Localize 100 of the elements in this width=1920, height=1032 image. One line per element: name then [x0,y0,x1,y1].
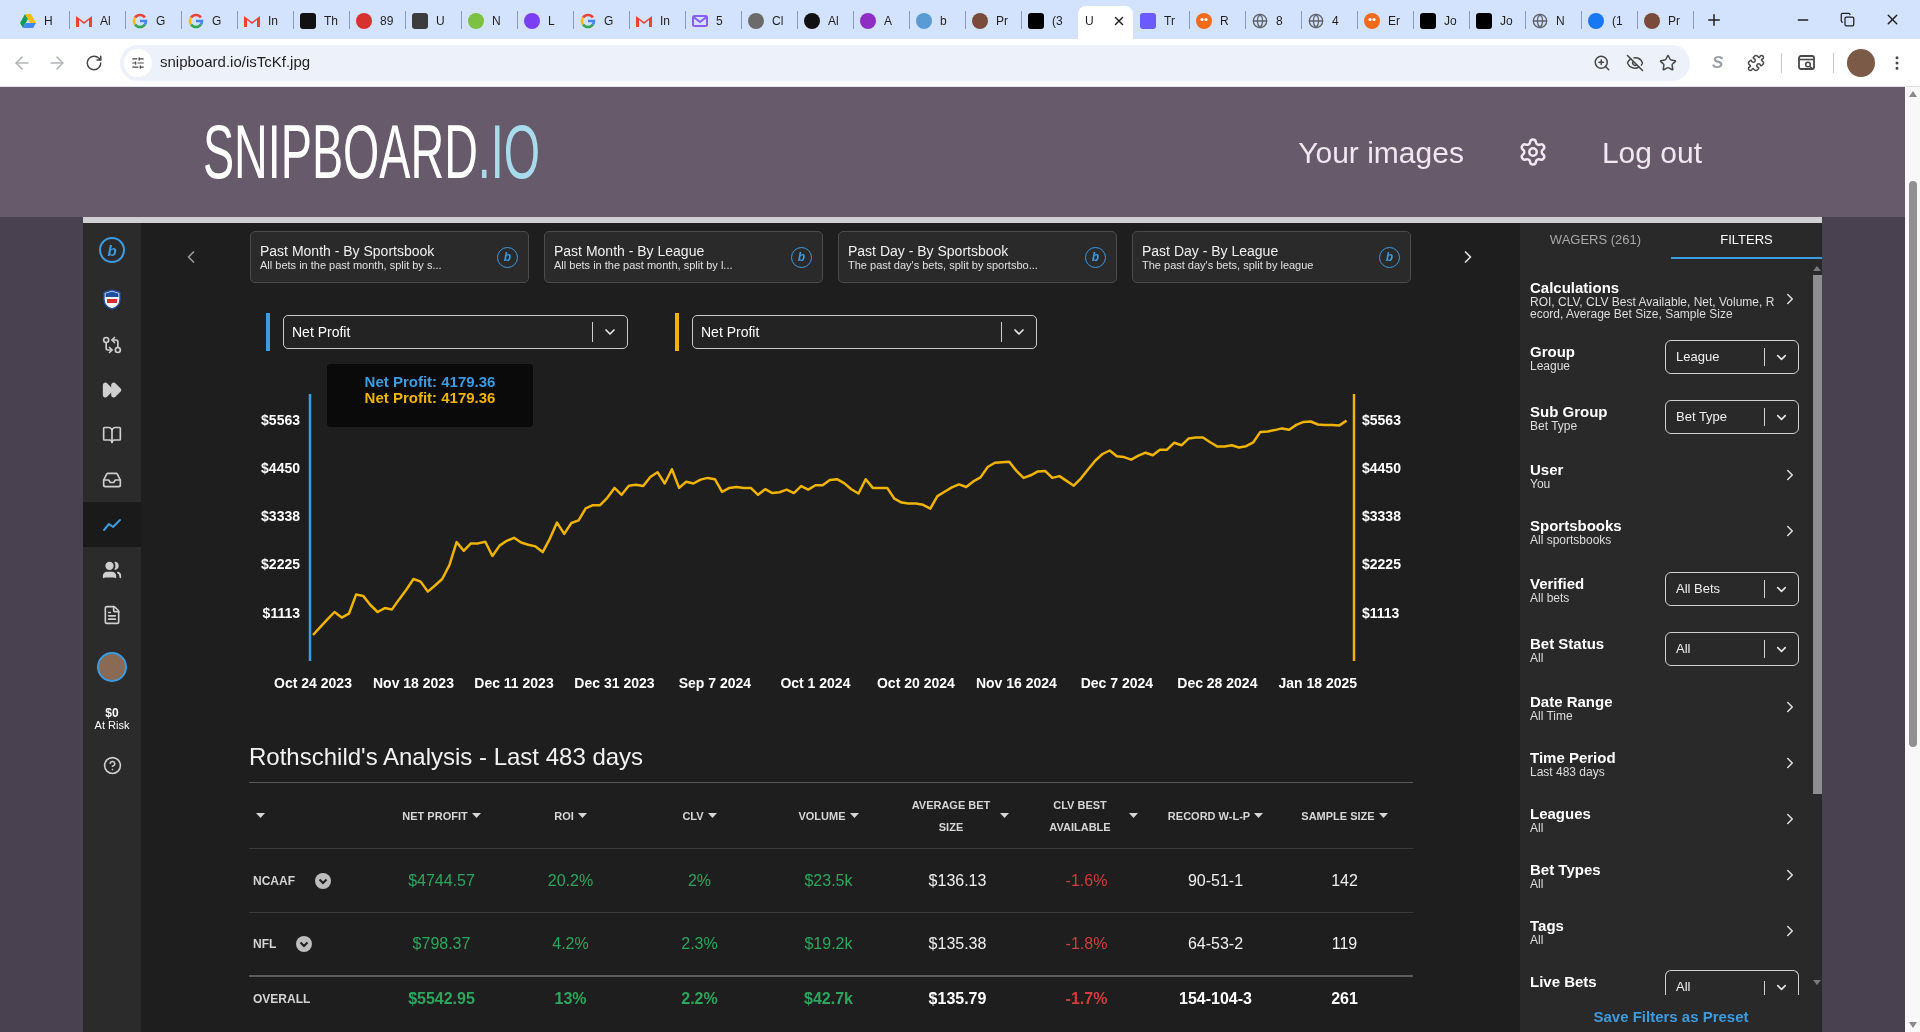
filter-select[interactable]: Bet Type [1665,400,1799,434]
browser-tab[interactable]: G [182,6,237,39]
filter-summary: ROI, CLV, CLV Best Available, Net, Volume, Record, Average Bet Size, Sample Size [1530,295,1776,320]
panel-tab[interactable]: FILTERS [1671,223,1822,259]
browser-tab[interactable]: Al [70,6,125,39]
nav-link[interactable]: Your images [1298,129,1464,175]
browser-tab[interactable]: 8 [1246,6,1301,39]
table-value: 261 [1331,989,1358,1009]
scroll-down-icon[interactable] [1813,980,1821,985]
browser-tab[interactable]: Th [294,6,349,39]
browser-tab[interactable]: 89 [350,6,405,39]
filter-summary: Bet Type [1530,419,1578,432]
panel-tab[interactable]: WAGERS (261) [1520,223,1671,259]
column-header[interactable]: VOLUME [764,804,893,827]
shield-logo-icon [103,289,121,310]
column-header[interactable]: NET PROFIT [377,804,506,827]
filter-select[interactable]: All [1665,632,1799,666]
scroll-up-icon[interactable] [1908,91,1917,97]
bookmark-star-icon[interactable] [1659,53,1677,72]
preset-card[interactable]: Past Day - By League The past day's bets, split by league b [1132,231,1411,283]
browser-tab[interactable]: (1 [1582,6,1637,39]
sort-caret-icon [1000,813,1009,818]
sort-caret-icon [471,813,481,818]
eye-off-icon[interactable] [1626,53,1644,72]
axis-label: $1113 [262,604,300,621]
axis-label: Dec 11 2023 [474,675,554,691]
site-settings-icon[interactable] [124,48,152,77]
browser-tab[interactable]: Jo [1470,6,1525,39]
scroll-up-icon[interactable] [1813,266,1821,271]
filter-select[interactable]: All Bets [1665,572,1799,606]
browser-tab[interactable]: Jo [1414,6,1469,39]
row-label: OVERALL [253,991,311,1008]
browser-tab[interactable]: Cl [742,6,797,39]
preset-description: All bets in the past month, split by l... [554,258,734,272]
browser-tab[interactable]: 4 [1302,6,1357,39]
browser-tab[interactable]: U [1078,6,1133,39]
browser-tab[interactable]: b [910,6,965,39]
filter-select[interactable]: All [1665,970,1799,995]
restore-icon[interactable] [1840,12,1855,27]
scrollbar-thumb[interactable] [1812,275,1822,794]
browser-tab[interactable]: N [462,6,517,39]
browser-tab[interactable]: A [854,6,909,39]
axis-label: Dec 31 2023 [574,675,655,691]
address-bar[interactable]: snipboard.io/isTcKf.jpg [120,44,1690,81]
settings-icon[interactable] [1517,137,1548,167]
column-header[interactable]: ROI [506,804,635,827]
filter-select[interactable]: League [1665,340,1799,374]
column-header[interactable]: CLV [635,804,764,827]
sort-caret-icon [1254,813,1264,818]
browser-tab[interactable]: R [1190,6,1245,39]
browser-tab[interactable]: Pr [1638,6,1693,39]
help-icon[interactable] [102,755,122,775]
table-value: 20.2% [547,870,594,891]
browser-tab[interactable]: G [126,6,181,39]
table-value: 2.2% [681,989,718,1009]
browser-tab[interactable]: Al [798,6,853,39]
column-header[interactable]: RECORD W-L-P [1151,804,1280,827]
metric-select[interactable]: Net Profit [283,315,628,349]
profile-avatar-icon[interactable] [1847,48,1876,77]
browser-tab[interactable]: G [574,6,629,39]
table-value: $23.5k [804,870,853,891]
browser-tab[interactable]: In [630,6,685,39]
browser-tab[interactable]: In [238,6,293,39]
save-preset-link[interactable]: Save Filters as Preset [1593,1006,1749,1029]
preset-card[interactable]: Past Day - By Sportsbook The past day's bets, split by sportsbo... b [838,231,1117,283]
logo-mark[interactable]: b [99,237,125,263]
axis-label: Jan 18 2025 [1278,675,1358,691]
browser-tab[interactable]: N [1526,6,1581,39]
browser-tab[interactable]: U [406,6,461,39]
sort-caret-icon [1129,813,1138,818]
scroll-down-icon[interactable] [1908,1022,1917,1028]
ring-logo-icon [132,12,148,29]
browser-tab[interactable]: 5 [686,6,741,39]
nav-link[interactable]: Log out [1601,129,1702,175]
new-tab-icon[interactable] [1705,11,1723,29]
column-header[interactable]: AVERAGE BET SIZE [893,793,1022,838]
metric-select[interactable]: Net Profit [692,315,1037,349]
browser-tab[interactable]: Tr [1134,6,1189,39]
column-header[interactable]: CLV BEST AVAILABLE [1022,793,1151,838]
preset-card[interactable]: Past Month - By League All bets in the past month, split by l... b [544,231,823,283]
site-logo[interactable]: SNIPBOARD.IO [203,114,541,190]
browser-tab[interactable]: Pr [966,6,1021,39]
browser-tab[interactable]: Er [1358,6,1413,39]
extensions-icon[interactable] [1747,53,1766,72]
tooltip-text: Net Profit: 4179.36 [364,390,496,406]
browser-tab[interactable]: (3 [1022,6,1077,39]
axis-label: $5563 [261,411,300,428]
tab-search-icon[interactable] [1798,54,1817,71]
browser-tab[interactable]: H [14,6,69,39]
table-value: $19.2k [804,934,853,954]
reload-icon[interactable] [85,53,103,72]
zoom-icon[interactable] [1593,53,1611,72]
expand-chevron-icon[interactable] [296,936,313,952]
expand-chevron-icon[interactable] [315,872,331,889]
column-header[interactable]: SAMPLE SIZE [1280,804,1409,827]
sort-caret-icon [707,813,717,818]
scrollbar-thumb[interactable] [1908,181,1917,747]
avatar-icon[interactable] [97,652,127,682]
browser-tab[interactable]: L [518,6,573,39]
preset-card[interactable]: Past Month - By Sportsbook All bets in the past month, split by s... b [250,231,529,283]
